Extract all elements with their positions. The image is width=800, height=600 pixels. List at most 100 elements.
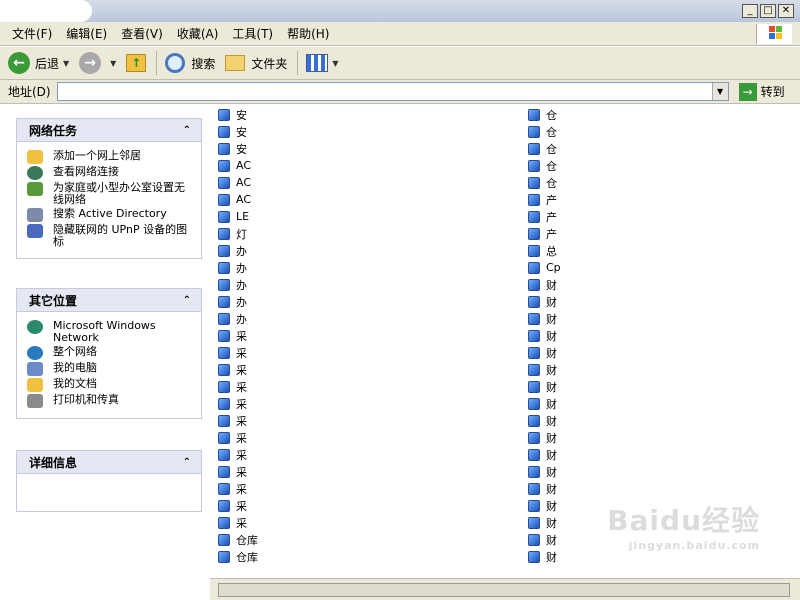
- task-setup-wireless[interactable]: 为家庭或小型办公室设置无线网络: [27, 182, 193, 206]
- list-item[interactable]: AC: [218, 157, 258, 174]
- place-ms-network[interactable]: Microsoft Windows Network: [27, 320, 193, 344]
- go-button[interactable]: → 转到: [738, 82, 785, 101]
- maximize-button[interactable]: □: [760, 4, 776, 18]
- collapse-icon[interactable]: ⌃: [183, 457, 191, 468]
- task-add-network-place[interactable]: 添加一个网上邻居: [27, 150, 193, 164]
- menu-edit[interactable]: 编辑(E): [66, 25, 107, 42]
- list-item[interactable]: 财: [528, 446, 561, 463]
- list-item[interactable]: AC: [218, 174, 258, 191]
- list-item[interactable]: 总: [528, 242, 561, 259]
- list-item[interactable]: 办: [218, 242, 258, 259]
- list-item[interactable]: 采: [218, 514, 258, 531]
- address-input[interactable]: ▼: [56, 82, 729, 101]
- list-item[interactable]: 办: [218, 259, 258, 276]
- horizontal-scrollbar[interactable]: [210, 578, 800, 600]
- list-item[interactable]: 安: [218, 123, 258, 140]
- item-label: 财: [546, 295, 557, 309]
- list-item[interactable]: 采: [218, 361, 258, 378]
- list-item[interactable]: LE: [218, 208, 258, 225]
- list-item[interactable]: 办: [218, 310, 258, 327]
- list-item[interactable]: 财: [528, 395, 561, 412]
- up-button[interactable]: ↑: [126, 54, 147, 72]
- list-item[interactable]: Cp: [528, 259, 561, 276]
- list-item[interactable]: 财: [528, 361, 561, 378]
- list-item[interactable]: 产: [528, 225, 561, 242]
- list-item[interactable]: 采: [218, 378, 258, 395]
- place-entire-network[interactable]: 整个网络: [27, 346, 193, 360]
- list-item[interactable]: 财: [528, 378, 561, 395]
- folders-button[interactable]: 文件夹: [225, 55, 287, 72]
- file-column-2: 仓仓仓仓仓产产产总 Cp 财财财财财财财财财财财财财财财财财: [528, 106, 561, 565]
- list-item[interactable]: 产: [528, 191, 561, 208]
- list-item[interactable]: 财: [528, 463, 561, 480]
- list-item[interactable]: 仓: [528, 123, 561, 140]
- menu-file[interactable]: 文件(F): [12, 25, 52, 42]
- list-item[interactable]: 财: [528, 497, 561, 514]
- list-item[interactable]: 安: [218, 106, 258, 123]
- title-bar: _ □ ✕: [0, 0, 800, 22]
- redacted-area: [266, 104, 496, 578]
- other-places-header[interactable]: 其它位置 ⌃: [16, 288, 202, 312]
- list-item[interactable]: 财: [528, 531, 561, 548]
- list-item[interactable]: 安: [218, 140, 258, 157]
- list-item[interactable]: AC: [218, 191, 258, 208]
- network-share-icon: [528, 176, 540, 189]
- list-item[interactable]: 仓: [528, 174, 561, 191]
- list-item[interactable]: 采: [218, 395, 258, 412]
- list-item[interactable]: 采: [218, 463, 258, 480]
- list-item[interactable]: 采: [218, 446, 258, 463]
- close-button[interactable]: ✕: [778, 4, 794, 18]
- views-button[interactable]: ▼: [306, 54, 339, 72]
- list-item[interactable]: 灯: [218, 225, 258, 242]
- place-printers[interactable]: 打印机和传真: [27, 394, 193, 408]
- back-button[interactable]: ← 后退 ▼: [8, 52, 69, 74]
- list-item[interactable]: 仓: [528, 106, 561, 123]
- list-item[interactable]: 办: [218, 293, 258, 310]
- list-item[interactable]: 采: [218, 327, 258, 344]
- list-item[interactable]: 办: [218, 276, 258, 293]
- task-view-connections[interactable]: 查看网络连接: [27, 166, 193, 180]
- list-item[interactable]: 仓库: [218, 548, 258, 565]
- forward-button[interactable]: → ▼: [79, 52, 116, 74]
- network-tasks-header[interactable]: 网络任务 ⌃: [16, 118, 202, 142]
- list-item[interactable]: 采: [218, 480, 258, 497]
- list-item[interactable]: 采: [218, 429, 258, 446]
- details-header[interactable]: 详细信息 ⌃: [16, 450, 202, 474]
- collapse-icon[interactable]: ⌃: [183, 295, 191, 306]
- chevron-down-icon[interactable]: ▼: [110, 59, 116, 68]
- list-item[interactable]: 采: [218, 412, 258, 429]
- list-item[interactable]: 财: [528, 480, 561, 497]
- list-item[interactable]: 财: [528, 412, 561, 429]
- task-search-ad[interactable]: 搜索 Active Directory: [27, 208, 193, 222]
- chevron-down-icon[interactable]: ▼: [711, 83, 728, 100]
- list-item[interactable]: 采: [218, 497, 258, 514]
- menu-tools[interactable]: 工具(T): [232, 25, 273, 42]
- chevron-down-icon[interactable]: ▼: [332, 59, 338, 68]
- list-item[interactable]: 财: [528, 276, 561, 293]
- back-arrow-icon: ←: [8, 52, 30, 74]
- list-item[interactable]: 财: [528, 548, 561, 565]
- chevron-down-icon[interactable]: ▼: [63, 59, 69, 68]
- list-item[interactable]: 财: [528, 327, 561, 344]
- menu-favorites[interactable]: 收藏(A): [177, 25, 219, 42]
- list-item[interactable]: 财: [528, 344, 561, 361]
- menu-view[interactable]: 查看(V): [121, 25, 163, 42]
- collapse-icon[interactable]: ⌃: [183, 125, 191, 136]
- minimize-button[interactable]: _: [742, 4, 758, 18]
- network-share-icon: [218, 125, 230, 138]
- place-my-computer[interactable]: 我的电脑: [27, 362, 193, 376]
- list-item[interactable]: 财: [528, 429, 561, 446]
- list-item[interactable]: 仓库: [218, 531, 258, 548]
- list-item[interactable]: 财: [528, 310, 561, 327]
- list-item[interactable]: 采: [218, 344, 258, 361]
- list-item[interactable]: 仓: [528, 140, 561, 157]
- list-item[interactable]: 仓: [528, 157, 561, 174]
- list-item[interactable]: 产: [528, 208, 561, 225]
- scrollbar-thumb[interactable]: [218, 583, 790, 597]
- task-hide-upnp[interactable]: 隐藏联网的 UPnP 设备的图标: [27, 224, 193, 248]
- search-button[interactable]: 搜索: [165, 53, 215, 73]
- place-my-documents[interactable]: 我的文档: [27, 378, 193, 392]
- list-item[interactable]: 财: [528, 514, 561, 531]
- menu-help[interactable]: 帮助(H): [287, 25, 329, 42]
- list-item[interactable]: 财: [528, 293, 561, 310]
